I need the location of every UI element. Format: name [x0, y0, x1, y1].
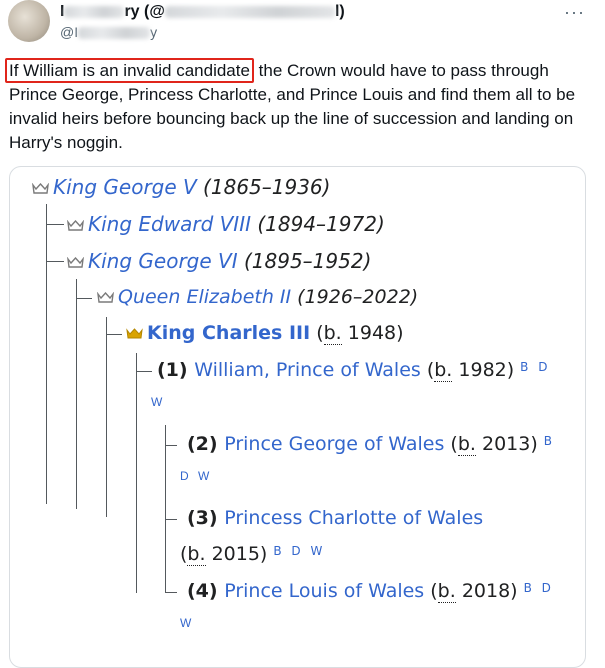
charles-iii-link[interactable]: King Charles III [147, 322, 310, 344]
crown-icon [67, 257, 84, 268]
crown-icon [97, 292, 114, 303]
charlotte-link[interactable]: Princess Charlotte of Wales [224, 507, 483, 529]
tree-line [165, 592, 177, 593]
avatar[interactable] [8, 0, 50, 42]
redacted-name [64, 5, 125, 18]
redacted-handle-in-name [164, 5, 335, 18]
tree-line [136, 371, 152, 372]
tree-line [76, 279, 77, 509]
tree-line [165, 425, 166, 593]
george-vi-years: (1895–1952) [237, 249, 372, 273]
tree-node-charles-iii: King Charles III (b. 1948) [126, 322, 404, 345]
born-abbr: b. [457, 433, 476, 456]
succession-number: (4) [187, 580, 225, 602]
born-abbr: b. [323, 322, 342, 345]
born-abbr: b. [437, 580, 456, 603]
louis-sup-links[interactable]: B D [524, 581, 554, 595]
tree-node-charlotte: (3) Princess Charlotte of Wales [187, 507, 483, 529]
succession-number: (3) [187, 507, 225, 529]
william-open: ( [420, 359, 435, 381]
elizabeth-ii-years: (1926–2022) [291, 286, 419, 308]
handle-end: y [150, 24, 158, 40]
succession-number: (2) [187, 433, 225, 455]
tree-node-louis: (4) Prince Louis of Wales (b. 2018) B D [187, 580, 554, 603]
born-abbr: b. [434, 359, 453, 382]
succession-number: (1) [157, 359, 195, 381]
prince-george-link[interactable]: Prince George of Wales [224, 433, 444, 455]
william-link[interactable]: William, Prince of Wales [194, 359, 421, 381]
george-v-years: (1865–1936) [196, 175, 331, 199]
george-year: 2013) [475, 433, 538, 455]
tree-line [106, 334, 122, 335]
tree-node-prince-george: (2) Prince George of Wales (b. 2013) B [187, 433, 555, 456]
charlotte-birth-line: (b. 2015) B D W [180, 543, 325, 566]
louis-year: 2018) [455, 580, 518, 602]
louis-sup-cont[interactable]: W [180, 616, 194, 630]
charlotte-sup-links[interactable]: B D W [273, 544, 325, 558]
tree-line [165, 519, 177, 520]
tree-line [46, 224, 64, 225]
george-vi-link[interactable]: King George VI [88, 249, 238, 273]
george-sup-cont[interactable]: D W [180, 469, 212, 483]
tree-line [46, 204, 47, 504]
highlighted-phrase: If William is an invalid candidate [5, 58, 254, 83]
tree-line [76, 298, 92, 299]
tree-line [106, 317, 107, 517]
elizabeth-ii-link[interactable]: Queen Elizabeth II [118, 286, 291, 308]
charles-iii-year: 1948) [341, 322, 404, 344]
tree-node-william: (1) William, Prince of Wales (b. 1982) B … [157, 359, 550, 382]
george-sup-links[interactable]: B [544, 434, 555, 448]
user-handle[interactable]: @I y [60, 24, 157, 40]
tree-line [136, 353, 137, 593]
tree-node-george-v: King George V (1865–1936) [32, 175, 330, 199]
family-tree-card: King George V (1865–1936) King Edward VI… [9, 166, 586, 668]
display-name[interactable]: Iry (@ l) [60, 3, 345, 21]
charlotte-year: 2015) [205, 543, 268, 565]
display-name-end: l) [334, 3, 345, 20]
william-year: 1982) [452, 359, 515, 381]
edward-viii-link[interactable]: King Edward VIII [88, 212, 251, 236]
tree-node-george-vi: King George VI (1895–1952) [67, 249, 371, 273]
display-name-mid: ry (@ [124, 3, 165, 20]
more-options-icon[interactable]: ··· [564, 2, 585, 23]
tree-line [165, 445, 177, 446]
redacted-handle [78, 27, 151, 40]
born-abbr: b. [187, 543, 206, 566]
william-sup-cont[interactable]: W [151, 395, 165, 409]
tree-node-elizabeth-ii: Queen Elizabeth II (1926–2022) [97, 286, 418, 308]
george-v-link[interactable]: King George V [53, 175, 197, 199]
louis-link[interactable]: Prince Louis of Wales [224, 580, 424, 602]
crown-icon [32, 183, 49, 194]
edward-viii-years: (1894–1972) [251, 212, 385, 236]
gold-crown-icon [126, 328, 143, 339]
handle-start: @I [60, 24, 79, 40]
charles-iii-open: ( [310, 322, 324, 344]
crown-icon [67, 220, 84, 231]
louis-open: ( [424, 580, 438, 602]
william-sup-links[interactable]: B D [520, 360, 550, 374]
george-open: ( [444, 433, 458, 455]
tree-node-edward-viii: King Edward VIII (1894–1972) [67, 212, 385, 236]
tree-line [46, 261, 64, 262]
tweet-text: If William is an invalid candidate the C… [5, 58, 595, 155]
